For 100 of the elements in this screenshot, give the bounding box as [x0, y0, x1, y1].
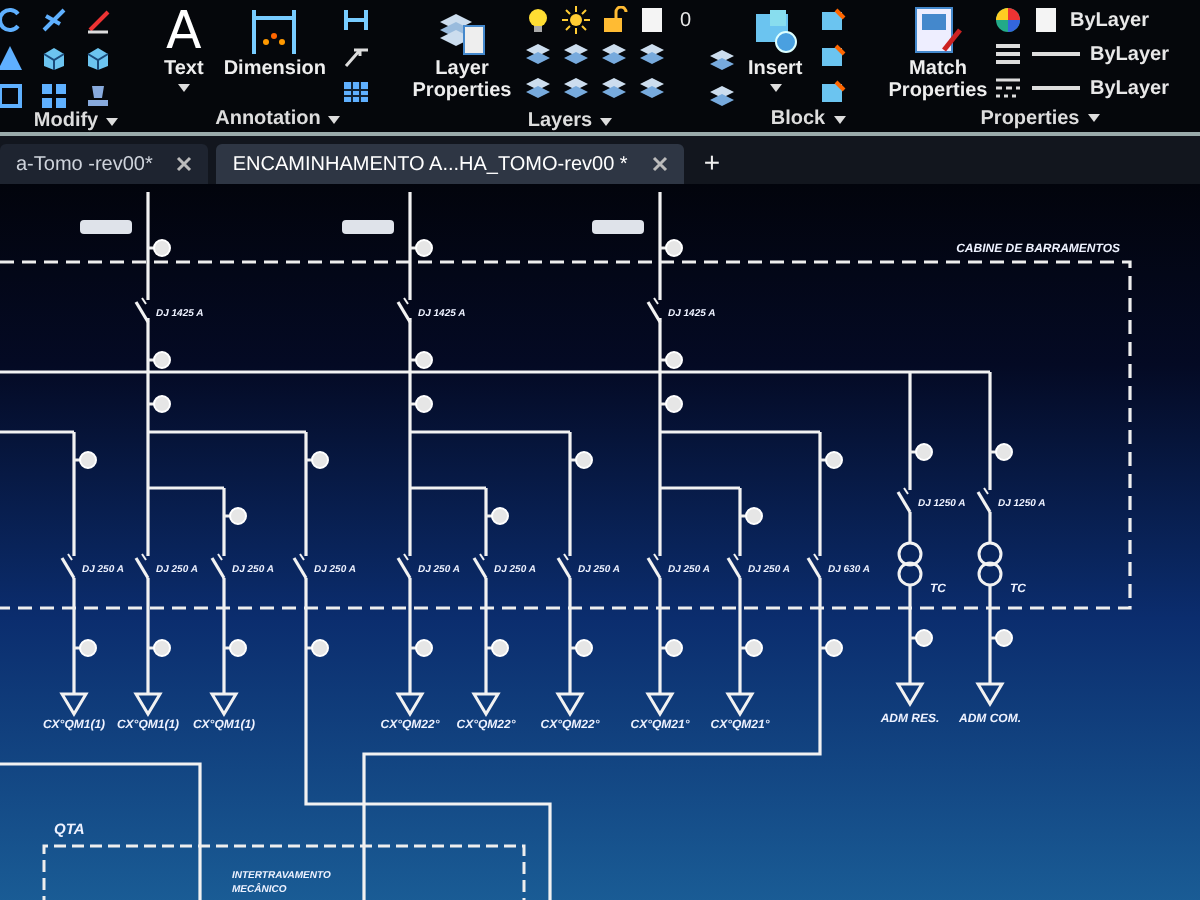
caret-icon[interactable]	[833, 115, 846, 123]
stacked-sheets-icon[interactable]	[524, 74, 552, 102]
block-editor-icon[interactable]	[818, 78, 847, 106]
color-swatch-icon[interactable]	[638, 6, 666, 34]
document-tab[interactable]: a-Tomo -rev00*	[0, 144, 209, 184]
pencil-icon[interactable]	[84, 6, 112, 34]
caret-icon[interactable]	[1087, 114, 1100, 122]
stamp-icon[interactable]	[84, 82, 112, 110]
breaker-switch-icon	[134, 553, 150, 579]
load-arrow-icon	[209, 692, 239, 717]
table-icon[interactable]	[341, 78, 370, 106]
caret-icon[interactable]	[106, 117, 119, 125]
meter-icon	[660, 351, 683, 369]
meter-icon	[306, 451, 329, 469]
meter-icon	[410, 639, 433, 657]
padlock-icon[interactable]	[600, 6, 628, 34]
stacked-sheets-icon[interactable]	[600, 40, 628, 68]
dimension-button[interactable]: Dimension	[219, 6, 330, 81]
breaker-switch-icon	[396, 553, 412, 579]
meter-icon	[660, 639, 683, 657]
panel-title[interactable]: Layers	[527, 110, 593, 132]
triangle-icon[interactable]	[0, 44, 24, 72]
stacked-sheets-icon[interactable]	[707, 46, 736, 74]
property-dropdown[interactable]: ByLayer	[1070, 9, 1149, 31]
stacked-sheets-icon[interactable]	[524, 40, 552, 68]
block-editor-icon[interactable]	[818, 6, 847, 34]
meter-icon	[486, 639, 509, 657]
stacked-sheets-icon[interactable]	[562, 74, 590, 102]
property-dropdown[interactable]: ByLayer	[1090, 43, 1169, 65]
meter-icon	[660, 239, 683, 257]
panel-title[interactable]: Modify	[33, 110, 99, 132]
stacked-sheets-icon[interactable]	[562, 40, 590, 68]
lineweight-icon[interactable]	[994, 40, 1022, 68]
meter-icon	[306, 639, 329, 657]
meter-icon	[990, 629, 1013, 647]
new-tab-button[interactable]: +	[691, 146, 732, 178]
meter-icon	[148, 351, 171, 369]
cable-tag-drawing	[80, 220, 132, 234]
breaker-switch-icon	[292, 553, 308, 579]
match-properties-icon[interactable]	[912, 6, 964, 58]
stacked-sheets-icon[interactable]	[638, 40, 666, 68]
meter-icon	[910, 443, 933, 461]
meter-icon	[820, 451, 843, 469]
load-arrow-icon	[133, 692, 163, 717]
meter-icon	[148, 639, 171, 657]
panel-title[interactable]: Block	[770, 108, 826, 130]
meter-icon	[740, 507, 763, 525]
meter-icon	[990, 443, 1013, 461]
match-properties-button[interactable]: Match Properties	[888, 6, 988, 102]
meter-icon	[148, 239, 171, 257]
close-icon[interactable]	[651, 156, 668, 172]
meter-icon	[410, 351, 433, 369]
breaker-switch-icon	[726, 553, 742, 579]
close-icon[interactable]	[176, 156, 193, 172]
caret-icon[interactable]	[600, 117, 613, 125]
sun-icon[interactable]	[562, 6, 590, 34]
meter-icon	[570, 451, 593, 469]
breaker-switch-icon	[806, 553, 822, 579]
color-swatch-icon[interactable]	[1032, 6, 1060, 34]
caret-icon[interactable]	[177, 83, 190, 91]
cube-icon[interactable]	[84, 44, 112, 72]
current-transformer-icon	[897, 541, 923, 587]
line-icon[interactable]	[40, 6, 68, 34]
lightbulb-icon[interactable]	[524, 6, 552, 34]
meter-icon	[224, 507, 247, 525]
caret-icon[interactable]	[769, 83, 782, 91]
cube-icon[interactable]	[40, 44, 68, 72]
document-tab[interactable]: ENCAMINHAMENTO A...HA_TOMO-rev00 *	[216, 144, 684, 184]
linear-dimension-icon[interactable]	[341, 6, 370, 34]
cable-tag-drawing	[592, 220, 644, 234]
meter-icon	[820, 639, 843, 657]
meter-icon	[570, 639, 593, 657]
breaker-switch-icon	[396, 297, 412, 323]
caret-icon[interactable]	[328, 115, 341, 123]
breaker-switch-icon	[60, 553, 76, 579]
panel-title[interactable]: Properties	[980, 107, 1080, 129]
meter-icon	[74, 639, 97, 657]
grid-icon[interactable]	[40, 82, 68, 110]
linetype-icon[interactable]	[994, 74, 1022, 102]
current-transformer-icon	[977, 541, 1003, 587]
insert-button[interactable]: Insert	[744, 6, 807, 91]
layer-dropdown[interactable]: 0	[676, 9, 696, 31]
meter-icon	[410, 395, 433, 413]
layer-properties-button[interactable]: Layer Properties	[412, 6, 512, 102]
block-editor-icon[interactable]	[818, 42, 847, 70]
meter-icon	[660, 395, 683, 413]
meter-icon	[224, 639, 247, 657]
stacked-sheets-icon[interactable]	[638, 74, 666, 102]
property-dropdown[interactable]: ByLayer	[1090, 77, 1169, 99]
breaker-switch-icon	[646, 553, 662, 579]
dimension-icon[interactable]	[248, 6, 301, 58]
color-wheel-icon[interactable]	[994, 6, 1022, 34]
cable-tag-drawing	[342, 220, 394, 234]
tab-label: a-Tomo -rev00*	[16, 153, 153, 175]
meter-icon	[74, 451, 97, 469]
panel-title[interactable]: Annotation	[215, 108, 321, 130]
stacked-sheets-icon[interactable]	[707, 82, 736, 110]
stacked-sheets-icon[interactable]	[600, 74, 628, 102]
text-button[interactable]: A Text	[160, 6, 208, 91]
breaker-switch-icon	[556, 553, 572, 579]
